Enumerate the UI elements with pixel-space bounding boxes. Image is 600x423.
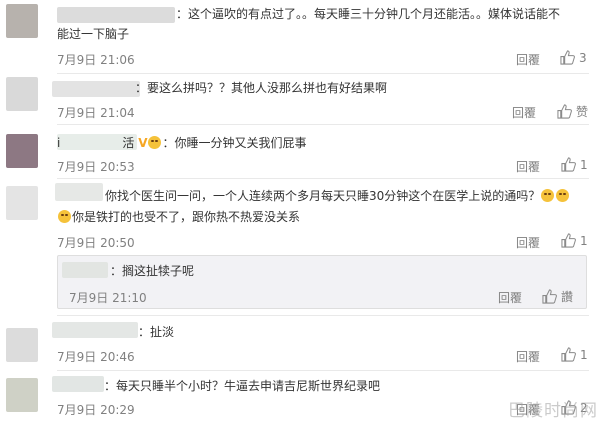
timestamp: 7月9日 20:29: [57, 403, 135, 417]
username-fragment: i: [57, 136, 61, 150]
thumbs-up-icon: [560, 50, 575, 65]
like-button[interactable]: 讚: [542, 288, 573, 305]
verified-v-icon: V: [138, 136, 148, 150]
username-fragment-2: 活: [122, 136, 135, 150]
like-label: 赞: [576, 105, 589, 119]
avatar[interactable]: [6, 186, 38, 220]
comment-text: 你找个医生问一问，一个人连续两个多月每天只睡30分钟这个在医学上说的通吗？: [105, 187, 570, 206]
timestamp: 7月9日 21:06: [57, 53, 135, 67]
username-blurred[interactable]: [55, 183, 103, 201]
emoji-icon: [556, 189, 570, 202]
avatar[interactable]: [6, 77, 38, 111]
like-count: 1: [580, 233, 588, 248]
divider: [57, 315, 589, 316]
reply-button[interactable]: 回覆: [516, 51, 540, 68]
like-count: 1: [580, 347, 588, 362]
comment-body: 你找个医生问一问，一个人连续两个多月每天只睡30分钟这个在医学上说的通吗？: [105, 189, 541, 203]
reply-button[interactable]: 回覆: [516, 348, 540, 365]
username-blurred[interactable]: [57, 7, 175, 23]
timestamp: 7月9日 21:10: [69, 291, 147, 305]
username-blurred[interactable]: [52, 322, 138, 338]
like-button[interactable]: 1: [561, 347, 588, 362]
like-count: 1: [580, 157, 588, 172]
reply-text: ：搁这扯犊子呢: [110, 264, 195, 278]
timestamp: 7月9日 20:53: [57, 160, 135, 174]
comment-text: ：要这么拼吗？？其他人没那么拼也有好结果啊: [135, 81, 388, 95]
comment-text: ：每天只睡半个小时？牛逼去申请吉尼斯世界纪录吧: [104, 379, 381, 393]
username-blurred[interactable]: [52, 81, 140, 97]
thumbs-up-icon: [561, 233, 576, 248]
timestamp: 7月9日 20:50: [57, 236, 135, 250]
watermark: 巴陵时尚网: [508, 401, 598, 421]
comment-text: ：扯淡: [138, 325, 175, 339]
divider: [57, 178, 589, 179]
reply-button[interactable]: 回覆: [516, 158, 540, 175]
like-count: 3: [579, 50, 587, 65]
like-button[interactable]: 3: [560, 50, 587, 65]
timestamp: 7月9日 20:46: [57, 350, 135, 364]
username-blurred[interactable]: [52, 376, 104, 392]
thumbs-up-icon: [561, 347, 576, 362]
like-label: 讚: [561, 290, 574, 304]
comment-body: ：你睡一分钟又关我们屁事: [162, 136, 307, 150]
like-button[interactable]: 1: [561, 157, 588, 172]
reply-button[interactable]: 回覆: [512, 104, 536, 121]
avatar[interactable]: [6, 134, 38, 168]
username-blurred[interactable]: [62, 262, 108, 278]
avatar[interactable]: [6, 378, 38, 412]
comment-body-line2: 你是铁打的也受不了，跟你热不热爱没关系: [72, 210, 301, 224]
like-button[interactable]: 赞: [557, 103, 588, 120]
comment-text: ：这个逼吹的有点过了。。每天睡三十分钟几个月还能活。。媒体说话能不: [176, 7, 561, 21]
timestamp: 7月9日 21:04: [57, 106, 135, 120]
like-button[interactable]: 1: [561, 233, 588, 248]
reply-button[interactable]: 回覆: [516, 234, 540, 251]
divider: [57, 370, 589, 371]
divider: [57, 124, 589, 125]
vip-emoji-icon: [148, 136, 162, 149]
reply-button[interactable]: 回覆: [498, 289, 522, 306]
thumbs-up-icon: [561, 157, 576, 172]
emoji-icon: [541, 189, 555, 202]
avatar[interactable]: [6, 328, 38, 362]
thumbs-up-icon: [542, 289, 557, 304]
comment-text: i 活 V ：你睡一分钟又关我们屁事: [57, 134, 307, 153]
thumbs-up-icon: [557, 104, 572, 119]
comment-text-line2: 能过一下脑子: [57, 27, 130, 41]
emoji-icon: [58, 210, 71, 223]
avatar[interactable]: [6, 4, 38, 38]
divider: [57, 73, 589, 74]
comment-text-line2: 你是铁打的也受不了，跟你热不热爱没关系: [57, 208, 300, 227]
